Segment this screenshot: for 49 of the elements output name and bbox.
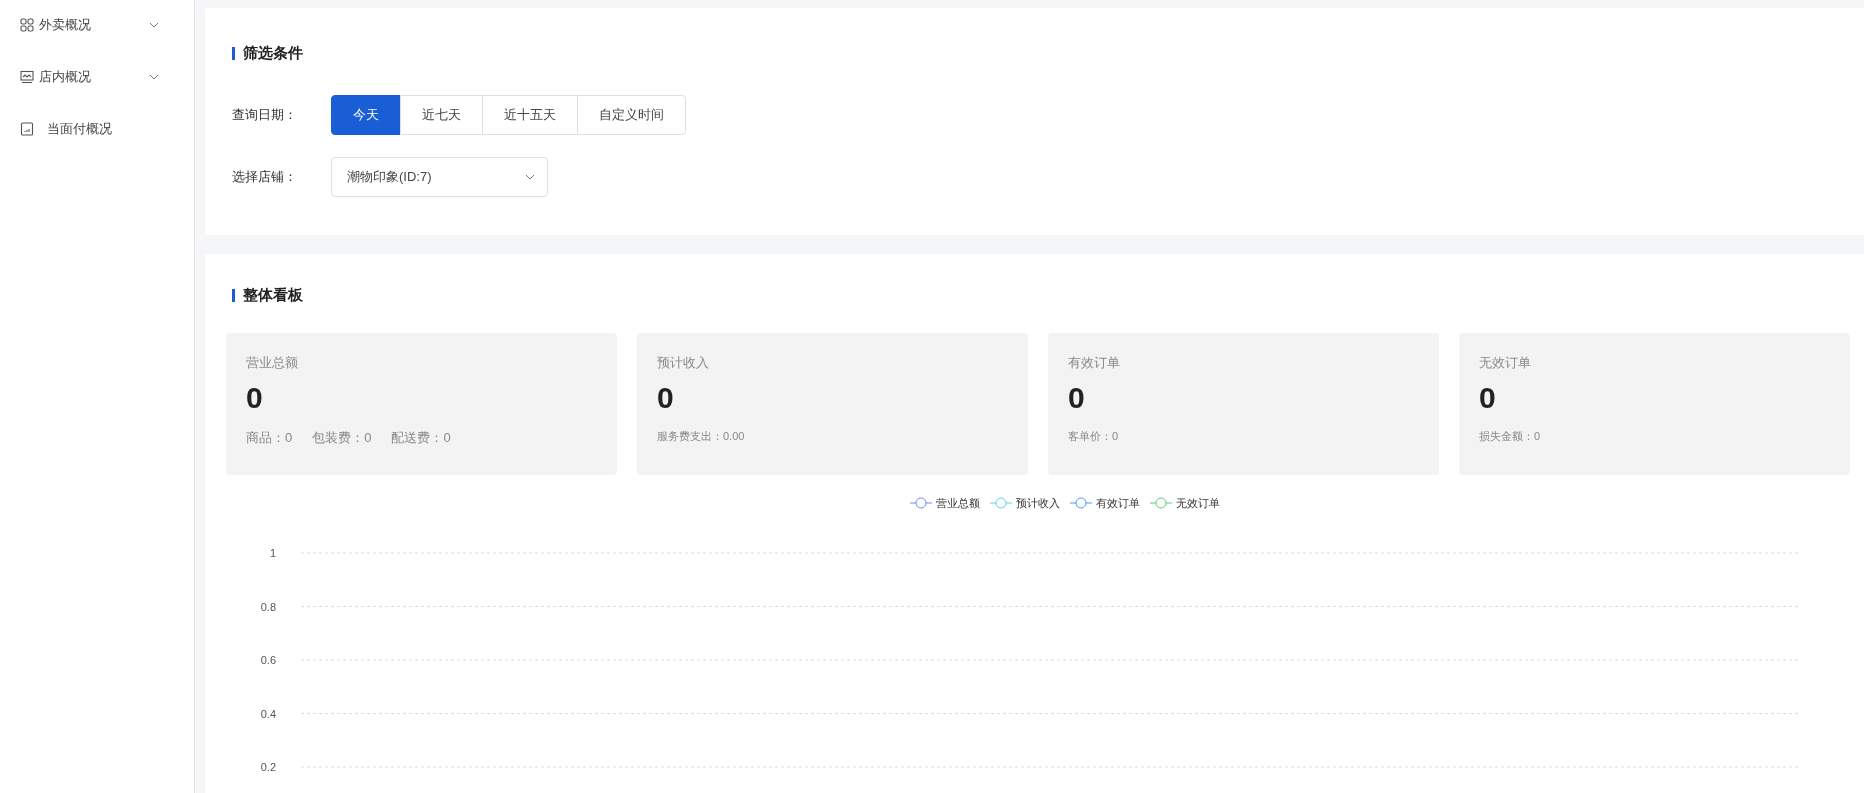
legend-marker-icon	[910, 496, 932, 509]
section-title: 整体看板	[243, 285, 303, 305]
line-chart-icon	[20, 70, 34, 84]
sidebar-item[interactable]: 外卖概况	[0, 15, 194, 35]
stat-detail: 配送费：0	[391, 429, 451, 447]
legend-item[interactable]: 营业总额	[910, 494, 980, 511]
axis-tick-label: 0.2	[260, 761, 276, 773]
stat-title: 有效订单	[1068, 353, 1121, 372]
legend-label: 预计收入	[1016, 495, 1060, 511]
field-label: 查询日期：	[232, 105, 298, 124]
field-label: 选择店铺：	[232, 167, 298, 186]
receipt-icon	[20, 122, 34, 136]
stat-value: 0	[246, 380, 264, 416]
date-range-tab[interactable]: 今天	[331, 94, 401, 135]
legend-item[interactable]: 有效订单	[1070, 494, 1140, 511]
stat-detail: 包装费：0	[312, 429, 372, 447]
stat-detail: 服务费支出：0.00	[657, 429, 745, 444]
stat-value: 0	[1068, 380, 1086, 416]
stat-title: 预计收入	[657, 353, 710, 372]
legend-item[interactable]: 预计收入	[990, 494, 1060, 511]
legend-marker-icon	[1150, 496, 1172, 509]
stat-detail: 客单价：0	[1068, 429, 1119, 444]
grid-icon	[20, 18, 34, 32]
date-range-tab[interactable]: 自定义时间	[577, 94, 686, 135]
legend-marker-icon	[990, 496, 1012, 509]
stat-value: 0	[1479, 380, 1497, 416]
stat-detail: 商品：0	[246, 429, 293, 447]
sidebar-item[interactable]: 当面付概况	[0, 119, 194, 139]
chevron-down-icon	[525, 173, 535, 180]
legend-label: 无效订单	[1176, 495, 1220, 511]
axis-tick-label: 0.8	[260, 600, 276, 613]
date-range-tab[interactable]: 近十五天	[482, 94, 578, 135]
sidebar-item[interactable]: 店内概况	[0, 67, 194, 87]
axis-tick-label: 0.6	[260, 654, 276, 666]
stat-title: 无效订单	[1479, 353, 1532, 372]
legend-marker-icon	[1070, 496, 1092, 509]
legend-label: 有效订单	[1096, 495, 1140, 511]
title-accent-bar	[232, 288, 235, 302]
stat-detail: 损失金额：0	[1479, 429, 1541, 444]
legend-label: 营业总额	[936, 495, 980, 511]
stat-value: 0	[657, 380, 675, 416]
section-title: 筛选条件	[243, 43, 303, 63]
title-accent-bar	[232, 46, 235, 60]
date-range-tab[interactable]: 近七天	[400, 94, 483, 135]
axis-tick-label: 0.4	[260, 707, 276, 720]
legend-item[interactable]: 无效订单	[1150, 494, 1220, 511]
stat-title: 营业总额	[246, 353, 299, 372]
store-select[interactable]: 潮物印象(ID:7)	[331, 156, 548, 197]
axis-tick-label: 1	[269, 547, 276, 559]
